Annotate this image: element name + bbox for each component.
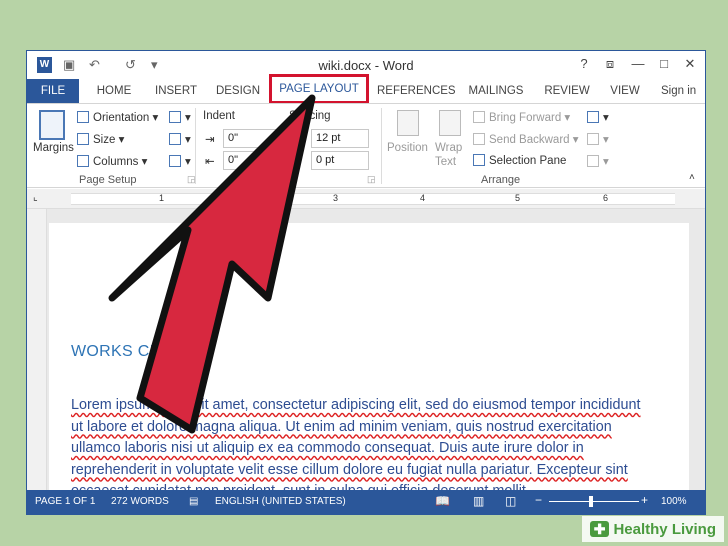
arrow-shape — [108, 94, 316, 434]
watermark: ✚ Healthy Living — [581, 516, 724, 542]
plus-icon: ✚ — [589, 521, 610, 537]
watermark-text: Healthy Living — [613, 521, 716, 538]
pointer-arrow-icon — [108, 94, 316, 434]
